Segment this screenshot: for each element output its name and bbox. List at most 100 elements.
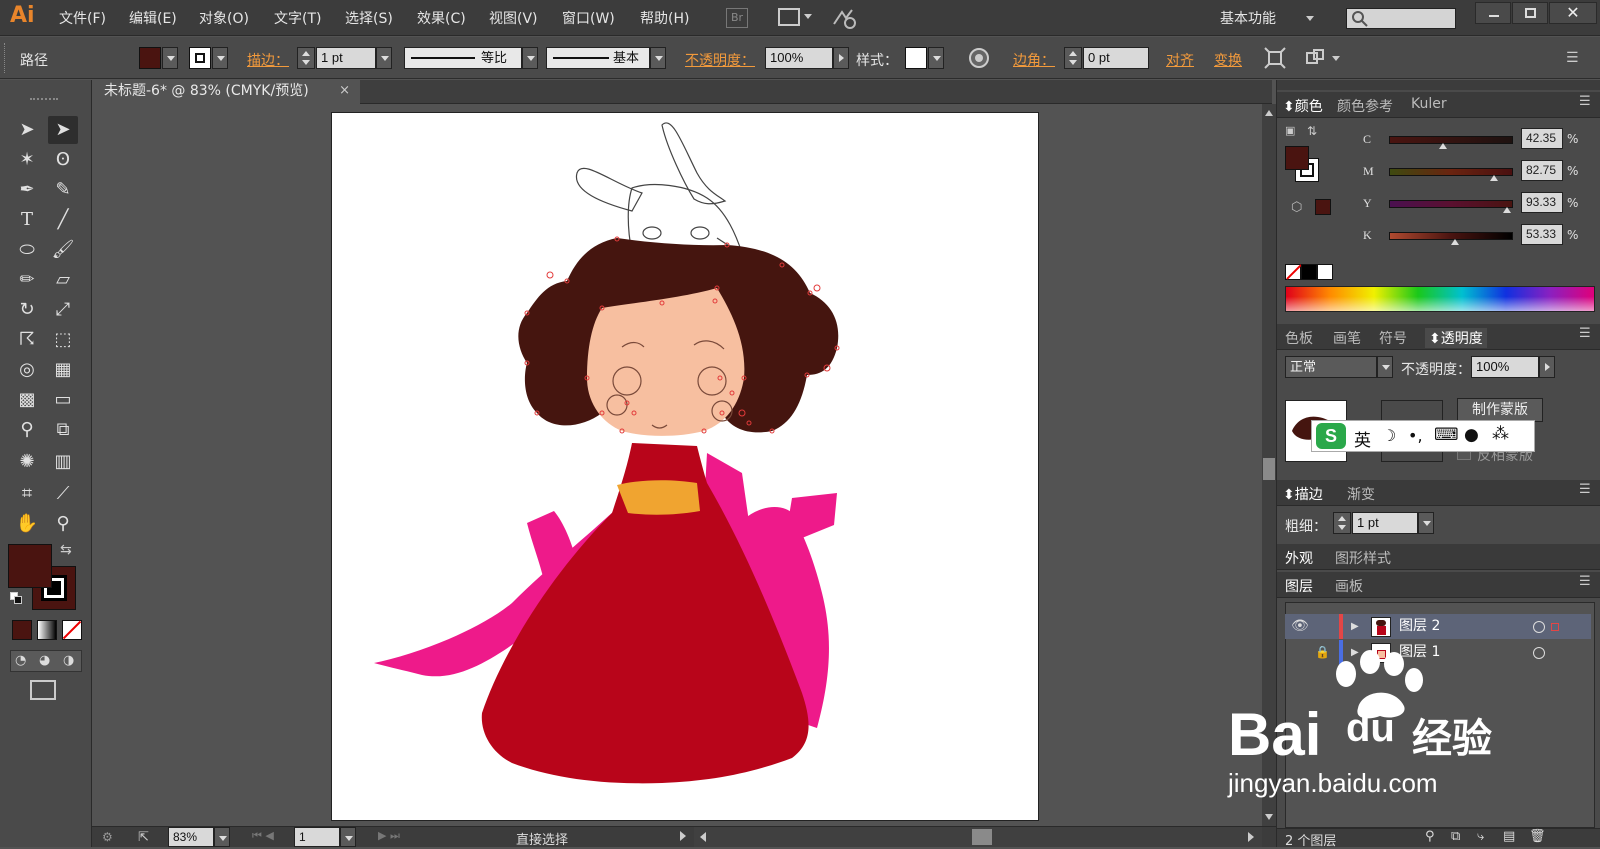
column-graph-tool-icon[interactable]: ▥ [48,448,78,476]
default-fill-stroke-icon[interactable]: ▣ [1285,124,1295,137]
canvas-illustration[interactable] [332,113,1038,820]
menu-effect[interactable]: 效果(C) [417,8,466,28]
scroll-right-icon[interactable] [1248,832,1254,842]
swap-fill-stroke-icon[interactable]: ⇅ [1307,124,1317,138]
fill-dropdown[interactable] [162,47,178,69]
menu-edit[interactable]: 编辑(E) [129,8,177,28]
draw-inside-icon[interactable]: ◑ [63,653,74,668]
new-sublayer-icon[interactable]: ⤷ [1477,829,1484,844]
cyan-slider[interactable] [1389,136,1513,144]
arrange-dropdown-icon[interactable] [804,14,812,19]
scroll-up-icon[interactable] [1265,110,1273,116]
select-similar-dropdown-icon[interactable] [1332,56,1340,61]
gamut-swatch[interactable] [1315,199,1331,215]
eyedropper-tool-icon[interactable]: ⚲ [12,416,42,444]
expand-layer-icon[interactable]: ▶ [1351,614,1359,639]
rotate-tool-icon[interactable]: ↻ [12,296,42,324]
artboard-dropdown[interactable] [340,827,356,847]
hand-tool-icon[interactable]: ✋ [12,510,42,538]
share-icon[interactable]: ⇱ [138,830,149,845]
tab-brushes[interactable]: 画笔 [1333,328,1361,348]
menu-window[interactable]: 窗口(W) [562,8,615,28]
align-panel-link[interactable]: 对齐 [1166,50,1194,70]
tab-stroke[interactable]: ⬍描边 [1283,484,1323,504]
zoom-dropdown[interactable] [214,827,230,847]
artboard[interactable] [331,112,1039,821]
corner-panel-link[interactable]: 边角： [1013,50,1055,70]
cyan-input[interactable]: 42.35 [1521,128,1563,149]
restore-button[interactable] [1512,2,1548,24]
curvature-pen-icon[interactable]: ✎ [48,176,78,204]
help-search-input[interactable] [1346,8,1456,29]
stroke-weight-dropdown[interactable] [376,47,392,69]
new-layer-icon[interactable]: ▤ [1503,829,1515,844]
stroke-weight-stepper[interactable] [297,47,315,69]
sync-settings-icon[interactable] [830,6,858,30]
zoom-input[interactable]: 83% [168,827,214,847]
clipping-mask-icon[interactable]: ⧉ [1451,829,1460,844]
toolbar-grip[interactable] [30,98,58,102]
draw-behind-icon[interactable]: ◕ [39,653,50,668]
apps-icon[interactable]: ⁂ [1492,424,1509,444]
draw-normal-icon[interactable]: ◔ [15,653,26,668]
color-panel-menu-icon[interactable]: ☰ [1579,94,1591,109]
stroke-panel-link[interactable]: 描边： [247,50,289,70]
stroke-panel-menu-icon[interactable]: ☰ [1579,482,1591,497]
warp-tool-icon[interactable]: ☈ [12,326,42,354]
menu-type[interactable]: 文字(T) [274,8,321,28]
tab-appearance[interactable]: 外观 [1285,548,1313,568]
layers-panel-menu-icon[interactable]: ☰ [1579,574,1591,589]
cyan-slider-thumb[interactable] [1439,143,1447,149]
h-scroll-thumb[interactable] [972,829,992,845]
delete-layer-icon[interactable]: 🗑 [1529,829,1546,844]
ellipse-tool-icon[interactable]: ⬭ [12,236,42,264]
profile-dropdown[interactable] [522,47,538,69]
menu-file[interactable]: 文件(F) [59,8,106,28]
default-colors-icon[interactable] [10,592,22,604]
fill-color-box[interactable] [8,544,52,588]
magenta-input[interactable]: 82.75 [1521,160,1563,181]
none-color-swatch[interactable] [1285,264,1302,280]
bridge-status-icon[interactable]: ⚙ [102,830,113,844]
recolor-artwork-icon[interactable] [968,47,990,69]
magic-wand-tool-icon[interactable]: ✶ [12,146,42,174]
layer-name-2[interactable]: 图层 2 [1399,614,1440,639]
scroll-left-icon[interactable] [700,832,706,842]
workspace-switcher[interactable]: 基本功能 [1220,8,1276,28]
target-icon[interactable] [1533,621,1545,633]
screen-mode-icon[interactable] [30,680,56,700]
stroke-weight-input[interactable]: 1 pt [316,47,376,69]
keyboard-icon[interactable]: ⌨ [1434,425,1459,445]
opacity-arrow[interactable] [833,47,849,69]
pencil-tool-icon[interactable]: ✏ [12,266,42,294]
target-icon[interactable] [1533,647,1545,659]
opacity-panel-link[interactable]: 不透明度： [685,50,755,70]
perspective-grid-tool-icon[interactable]: ▦ [48,356,78,384]
current-tool-status[interactable]: 直接选择 [516,829,568,848]
bridge-button[interactable]: Br [726,8,748,28]
dock-header[interactable] [1277,80,1600,90]
isolate-object-icon[interactable] [1264,47,1286,69]
black-input[interactable]: 53.33 [1521,224,1563,245]
tab-gradient[interactable]: 渐变 [1347,484,1375,504]
panel-fill-swatch[interactable] [1285,146,1309,170]
stroke-panel-weight-input[interactable]: 1 pt [1352,512,1418,534]
scroll-down-icon[interactable] [1265,814,1273,820]
lasso-tool-icon[interactable]: ʘ [48,146,78,174]
color-mode-button[interactable] [12,620,32,640]
tab-transparency[interactable]: ⬍透明度 [1425,328,1487,348]
document-tab[interactable]: 未标题-6* @ 83% (CMYK/预览) × [92,80,360,104]
horizontal-scrollbar[interactable] [694,827,1262,847]
direct-selection-tool-icon[interactable]: ➤ [48,116,78,144]
brush-dropdown[interactable] [650,47,666,69]
type-tool-icon[interactable]: T [12,206,42,234]
swap-colors-icon[interactable]: ⇆ [60,542,72,558]
close-document-icon[interactable]: × [339,80,350,102]
variable-width-profile[interactable]: 等比 [404,47,522,69]
eraser-tool-icon[interactable]: ▱ [48,266,78,294]
style-dropdown[interactable] [928,47,944,69]
out-of-gamut-icon[interactable]: ⬡ [1291,200,1302,215]
artboard-number-input[interactable]: 1 [294,827,340,847]
workspace-dropdown-icon[interactable] [1306,16,1314,21]
white-color-swatch[interactable] [1317,264,1333,280]
